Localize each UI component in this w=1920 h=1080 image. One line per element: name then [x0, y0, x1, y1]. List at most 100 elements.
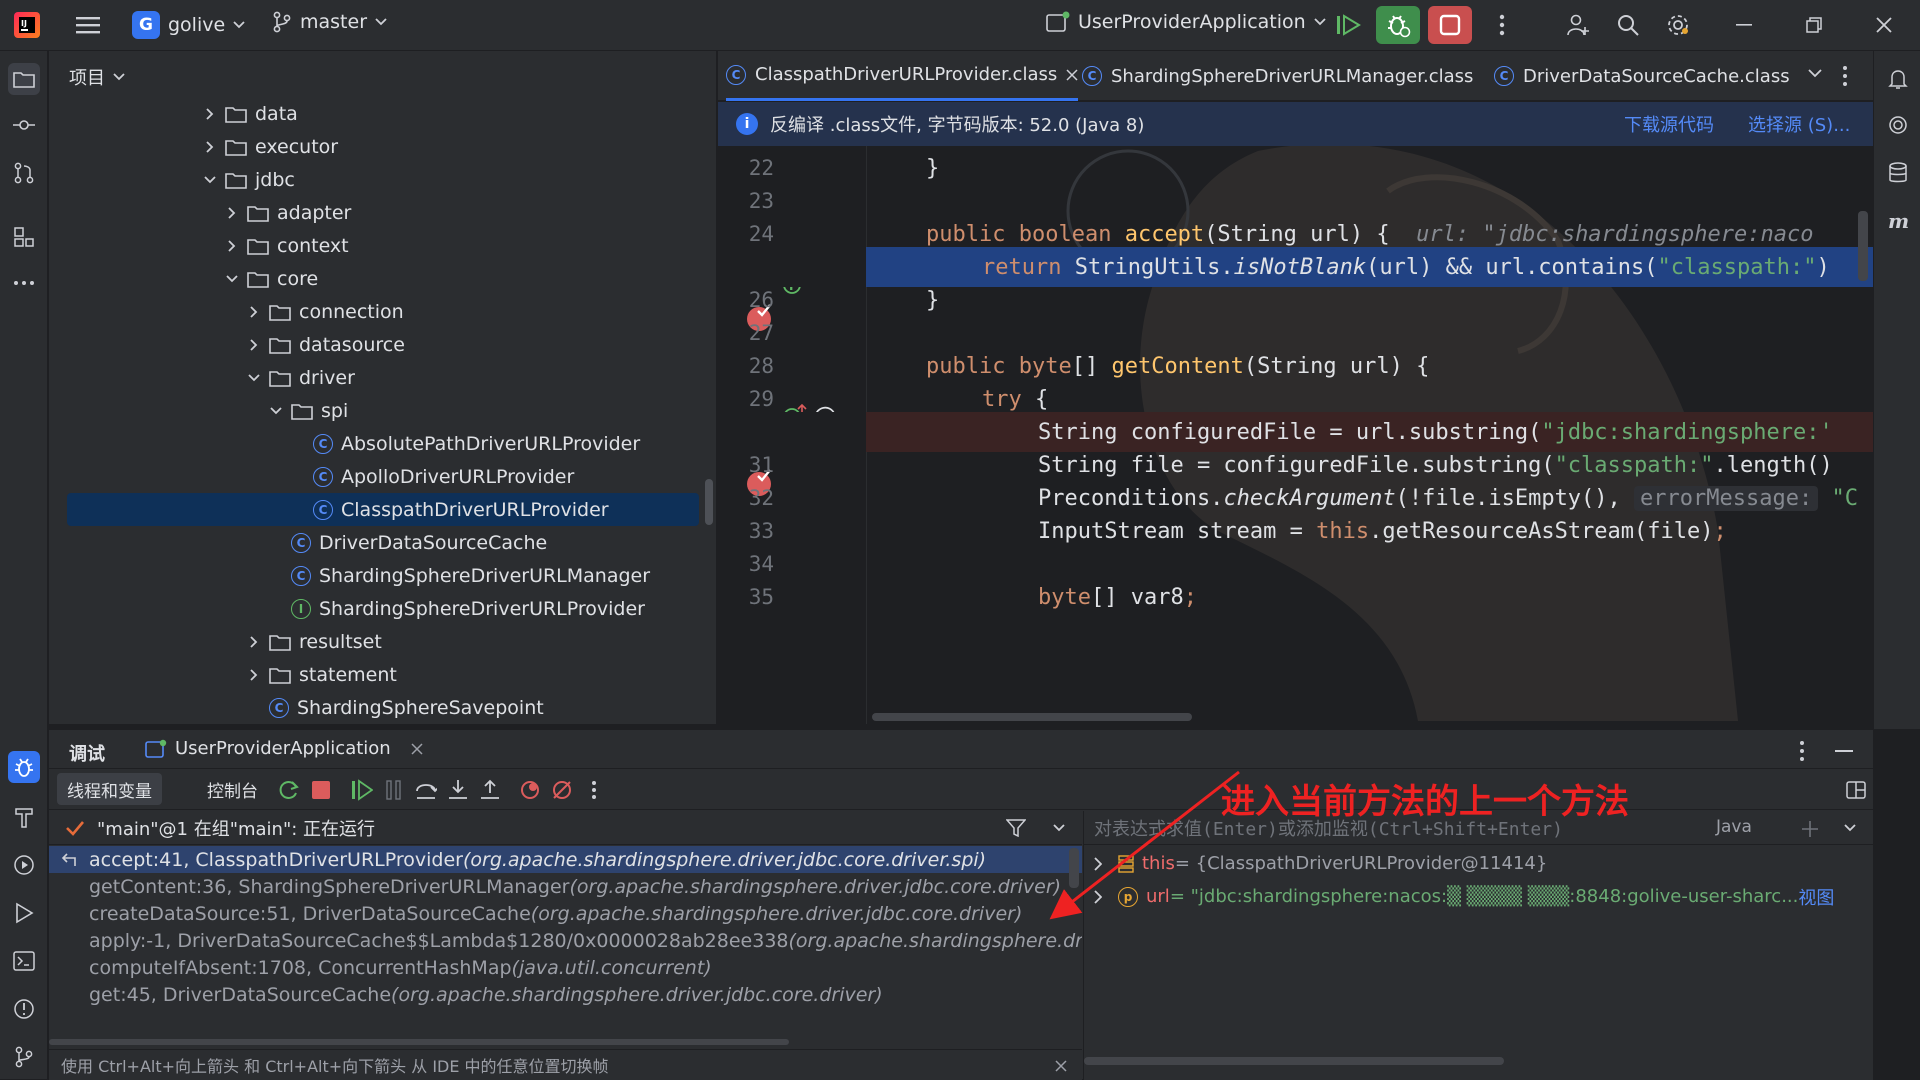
tree-item[interactable]: statement [49, 658, 397, 691]
tab-console[interactable]: 控制台 [197, 773, 268, 805]
tab-classpath-driver-url-provider[interactable]: C ClasspathDriverURLProvider.class [726, 51, 1079, 101]
tree-item[interactable]: driver [49, 361, 355, 394]
terminal-icon[interactable] [8, 945, 40, 977]
branch-switcher[interactable]: master [272, 11, 387, 33]
tree-item[interactable]: context [49, 229, 349, 262]
toolbar-more-icon[interactable] [579, 775, 609, 805]
chevron-right-icon[interactable] [203, 107, 217, 121]
tree-item[interactable]: adapter [49, 196, 351, 229]
stack-frame[interactable]: apply:-1, DriverDataSourceCache$$Lambda$… [49, 927, 1082, 954]
chevron-down-icon[interactable] [247, 371, 261, 385]
settings-gear-icon[interactable] [1656, 6, 1700, 44]
debug-tab-title[interactable]: 调试 [69, 740, 105, 766]
minimize-icon[interactable] [1722, 6, 1766, 44]
tab-threads-variables[interactable]: 线程和变量 [57, 773, 162, 805]
stack-frame[interactable]: getContent:36, ShardingSphereDriverURLMa… [49, 873, 1082, 900]
tree-item[interactable]: C DriverDataSourceCache [49, 526, 547, 559]
services-icon[interactable] [8, 849, 40, 881]
frames-scrollbar[interactable] [49, 1039, 789, 1045]
stack-frame[interactable]: accept:41, ClasspathDriverURLProvider (o… [49, 846, 1082, 873]
tree-item[interactable]: datasource [49, 328, 405, 361]
chevron-right-icon[interactable] [247, 305, 261, 319]
project-tool-folder-icon[interactable] [8, 63, 40, 95]
download-source-link[interactable]: 下载源代码 [1624, 111, 1714, 137]
pull-requests-icon[interactable] [8, 157, 40, 189]
stop-icon[interactable] [306, 775, 336, 805]
chevron-down-icon[interactable] [269, 404, 283, 418]
debug-session-tab[interactable]: UserProviderApplication [145, 738, 423, 759]
chevron-down-icon[interactable] [225, 272, 239, 286]
choose-source-link[interactable]: 选择源 (S)... [1748, 111, 1850, 137]
tree-item[interactable]: C ApolloDriverURLProvider [49, 460, 574, 493]
debug-rerun-button[interactable] [1376, 6, 1420, 44]
pause-icon[interactable] [379, 775, 409, 805]
close-window-icon[interactable] [1862, 6, 1906, 44]
close-session-icon[interactable] [411, 742, 423, 755]
tree-scrollbar[interactable] [705, 479, 713, 525]
tabs-overflow-chevron-icon[interactable] [1808, 69, 1822, 78]
maven-icon[interactable]: m [1882, 205, 1914, 237]
tree-item[interactable]: C AbsolutePathDriverURLProvider [49, 427, 640, 460]
chevron-right-icon[interactable] [247, 338, 261, 352]
close-hint-icon[interactable] [1055, 1060, 1067, 1072]
tree-item[interactable]: resultset [49, 625, 382, 658]
view-breakpoints-icon[interactable] [515, 775, 545, 805]
add-user-icon[interactable] [1556, 6, 1600, 44]
intellij-logo-icon[interactable]: IJ [12, 10, 42, 40]
resume-program-icon[interactable] [347, 775, 377, 805]
layout-icon[interactable] [1841, 775, 1871, 805]
run-config-selector[interactable]: UserProviderApplication [1046, 11, 1326, 33]
tree-item[interactable]: executor [49, 130, 338, 163]
debug-tool-bug-icon[interactable] [8, 751, 40, 783]
step-out-icon[interactable] [475, 775, 505, 805]
chevron-down-icon[interactable] [203, 173, 217, 187]
tree-item[interactable]: jdbc [49, 163, 295, 196]
ai-assistant-icon[interactable] [1882, 109, 1914, 141]
tree-item[interactable]: C ShardingSphereSavepoint [49, 691, 544, 724]
step-into-icon[interactable] [443, 775, 473, 805]
project-view-selector[interactable]: 项目 [69, 64, 125, 90]
stack-frame[interactable]: computeIfAbsent:1708, ConcurrentHashMap … [49, 954, 1082, 981]
view-link[interactable]: 视图 [1798, 884, 1834, 910]
editor-horizontal-scrollbar[interactable] [872, 713, 1192, 721]
restore-icon[interactable] [1792, 6, 1836, 44]
thread-selector[interactable]: "main"@1 在组"main": 正在运行 [49, 811, 1082, 845]
rerun-icon[interactable] [274, 775, 304, 805]
tree-item[interactable]: spi [49, 394, 348, 427]
chevron-right-icon[interactable] [225, 206, 239, 220]
chevron-right-icon[interactable] [247, 668, 261, 682]
chevron-right-icon[interactable] [203, 140, 217, 154]
variables-scrollbar[interactable] [1084, 1057, 1504, 1065]
more-actions-icon[interactable] [1480, 6, 1524, 44]
search-icon[interactable] [1606, 6, 1650, 44]
tree-item[interactable]: C ClasspathDriverURLProvider [67, 493, 699, 526]
chevron-right-icon[interactable] [225, 239, 239, 253]
step-over-icon[interactable] [411, 775, 441, 805]
tree-item[interactable]: data [49, 97, 298, 130]
main-menu-icon[interactable] [66, 6, 110, 44]
commit-icon[interactable] [8, 109, 40, 141]
debug-more-icon[interactable] [1799, 740, 1805, 762]
mute-breakpoints-icon[interactable] [547, 775, 577, 805]
git-icon[interactable] [8, 1041, 40, 1073]
filter-icon[interactable] [1006, 819, 1026, 837]
database-icon[interactable] [1882, 157, 1914, 189]
add-watch-icon[interactable] [1800, 819, 1820, 839]
tab-sharding-sphere-driver-url-manager[interactable]: C ShardingSphereDriverURLManager.class [1082, 51, 1473, 101]
stack-frame[interactable]: createDataSource:51, DriverDataSourceCac… [49, 900, 1082, 927]
project-switcher[interactable]: G golive [132, 11, 245, 39]
notifications-bell-icon[interactable] [1882, 63, 1914, 95]
more-tools-icon[interactable] [8, 267, 40, 299]
problems-icon[interactable] [8, 993, 40, 1025]
tab-driver-data-source-cache[interactable]: C DriverDataSourceCache.class [1494, 51, 1808, 101]
tree-item[interactable]: core [49, 262, 318, 295]
hide-panel-icon[interactable] [1835, 750, 1853, 752]
stop-button[interactable] [1428, 6, 1472, 44]
build-hammer-icon[interactable] [8, 801, 40, 833]
tree-item[interactable]: I ShardingSphereDriverURLProvider [49, 592, 645, 625]
tabs-more-icon[interactable] [1842, 65, 1848, 87]
chevron-down-icon[interactable] [1844, 824, 1856, 832]
chevron-right-icon[interactable] [247, 635, 261, 649]
run-icon[interactable] [8, 897, 40, 929]
editor-vertical-scrollbar[interactable] [1858, 211, 1868, 281]
